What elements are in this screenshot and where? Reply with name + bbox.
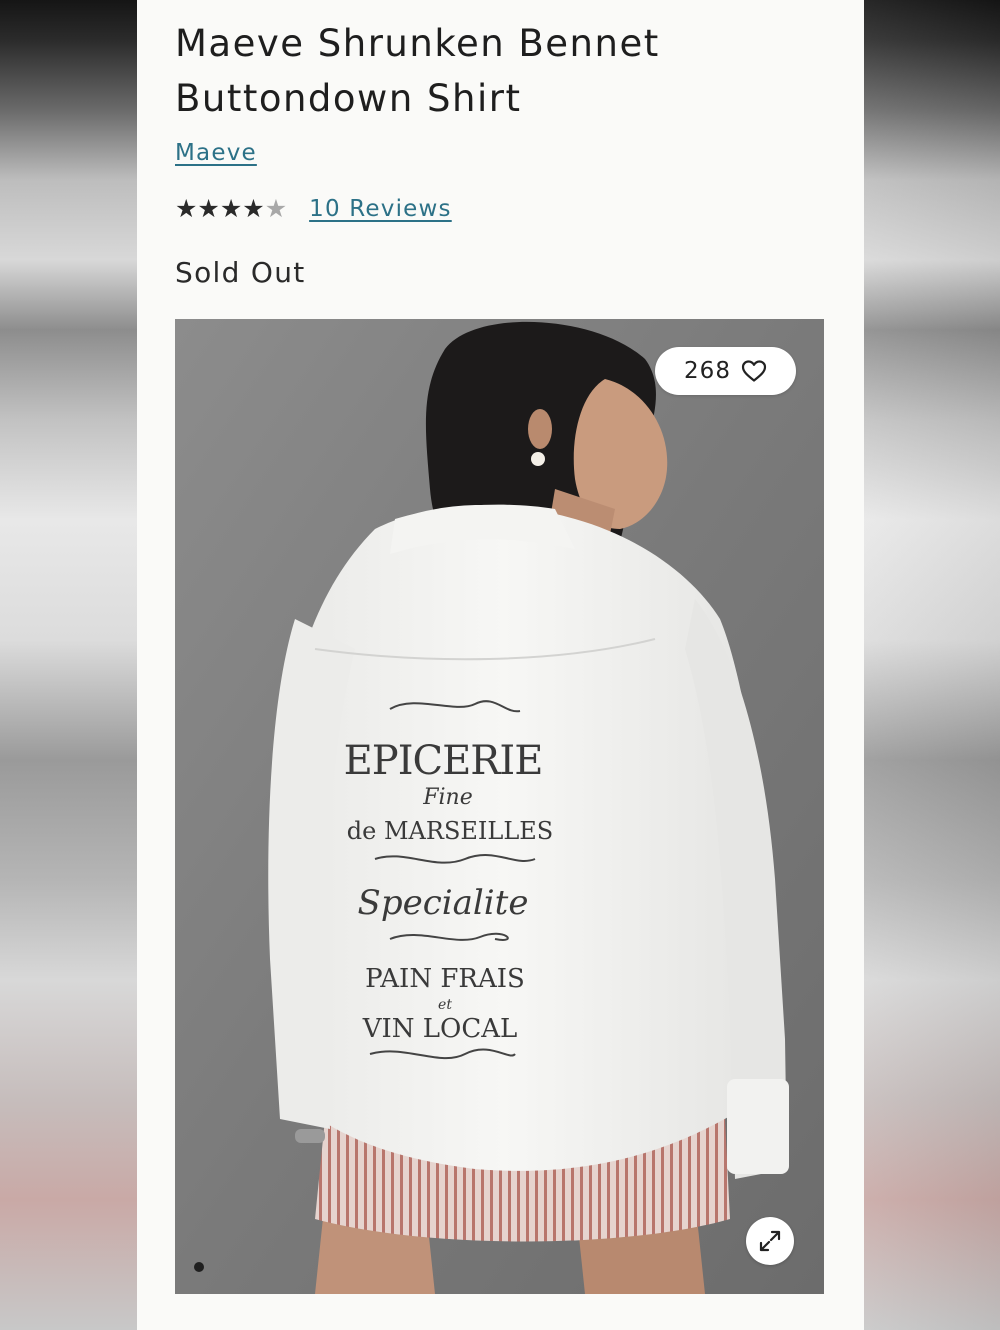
carousel-dot-active[interactable] xyxy=(194,1262,204,1272)
svg-text:VIN LOCAL: VIN LOCAL xyxy=(362,1014,518,1044)
star-filled-icon: ★ xyxy=(197,194,220,223)
product-image-gallery[interactable]: EPICERIE Fine de MARSEILLES Specialite P… xyxy=(175,319,824,1294)
product-photo: EPICERIE Fine de MARSEILLES Specialite P… xyxy=(175,319,824,1294)
star-empty-icon: ★ xyxy=(264,194,288,223)
star-rating: ★ ★ ★ ★ ★ xyxy=(175,194,287,224)
svg-text:Specialite: Specialite xyxy=(358,883,529,923)
rating-row: ★ ★ ★ ★ ★ 10 Reviews xyxy=(175,194,452,224)
star-filled-icon: ★ xyxy=(175,194,198,223)
star-filled-icon: ★ xyxy=(219,194,243,223)
brand-link[interactable]: Maeve xyxy=(175,140,257,166)
svg-text:EPICERIE: EPICERIE xyxy=(344,738,543,784)
star-filled-icon: ★ xyxy=(242,194,265,223)
svg-text:et: et xyxy=(438,997,452,1013)
wishlist-button[interactable]: 268 xyxy=(655,347,796,395)
wishlist-count: 268 xyxy=(684,358,731,384)
expand-image-button[interactable] xyxy=(746,1217,794,1265)
expand-arrows-icon xyxy=(759,1230,781,1252)
backdrop-right xyxy=(864,0,1000,1330)
product-title: Maeve Shrunken Bennet Buttondown Shirt xyxy=(175,22,660,120)
svg-text:PAIN FRAIS: PAIN FRAIS xyxy=(365,964,525,994)
product-page: Maeve Shrunken Bennet Buttondown Shirt M… xyxy=(137,0,864,1330)
heart-outline-icon xyxy=(741,360,767,382)
backdrop-left xyxy=(0,0,137,1330)
reviews-link[interactable]: 10 Reviews xyxy=(309,196,452,222)
availability-status: Sold Out xyxy=(175,256,306,289)
svg-text:Fine: Fine xyxy=(422,785,473,810)
svg-text:de MARSEILLES: de MARSEILLES xyxy=(347,817,553,845)
